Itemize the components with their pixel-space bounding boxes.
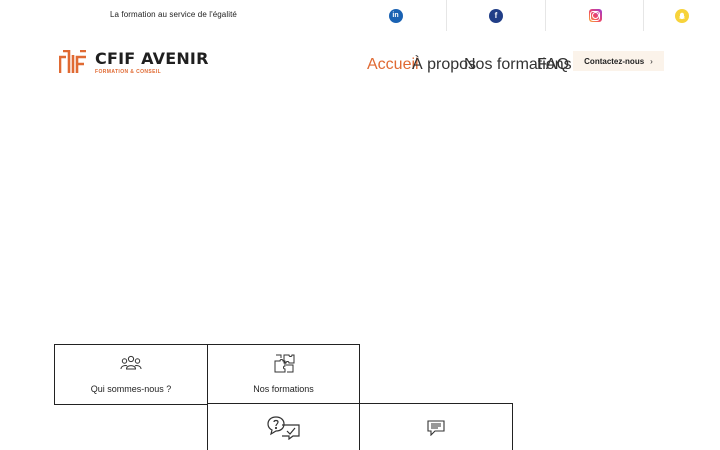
nav-item-faq[interactable]: FAQ: [537, 56, 569, 74]
brand-logo[interactable]: CFIF AVENIR FORMATION & CONSEIL: [59, 50, 209, 75]
linkedin-link[interactable]: in: [346, 0, 445, 31]
tagline: La formation au service de l'égalité: [110, 10, 237, 19]
facebook-icon: f: [489, 8, 503, 23]
card-qui-sommes-nous[interactable]: Qui sommes-nous ?: [54, 344, 208, 405]
instagram-link[interactable]: [545, 0, 644, 31]
question-chat-icon: [266, 416, 300, 440]
logo-mark-icon: [59, 50, 86, 73]
contact-button[interactable]: Contactez-nous ›: [573, 51, 664, 71]
card-nos-formations[interactable]: Nos formations: [207, 344, 360, 405]
linkedin-icon: in: [388, 8, 403, 23]
card-label: Nos formations: [253, 384, 314, 394]
puzzle-icon: [274, 354, 294, 373]
message-icon: [427, 420, 445, 436]
nav-item-accueil[interactable]: Accueil: [367, 56, 419, 74]
top-bar: La formation au service de l'égalité in …: [0, 0, 720, 31]
card-label: Qui sommes-nous ?: [90, 384, 172, 394]
card-contact[interactable]: [359, 403, 513, 450]
contact-button-label: Contactez-nous: [584, 56, 645, 66]
chevron-right-icon: ›: [650, 56, 653, 66]
snapchat-link[interactable]: [643, 0, 720, 31]
card-faq[interactable]: [207, 403, 360, 450]
brand-subtitle: FORMATION & CONSEIL: [95, 69, 162, 75]
brand-name: CFIF AVENIR: [95, 49, 209, 68]
snapchat-icon: [675, 8, 689, 23]
team-icon: [120, 355, 142, 370]
instagram-icon: [588, 9, 602, 22]
facebook-link[interactable]: f: [446, 0, 545, 31]
